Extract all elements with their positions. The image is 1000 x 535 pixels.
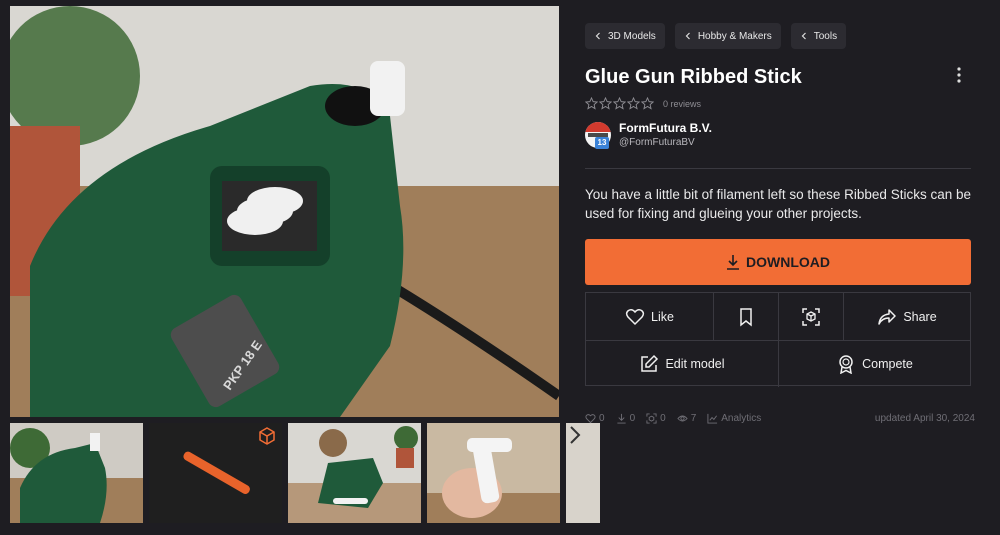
- analytics-link[interactable]: Analytics: [707, 413, 761, 424]
- breadcrumb-label: Hobby & Makers: [697, 30, 772, 42]
- glue-gun-photo: PKP 18 E: [10, 6, 559, 417]
- share-button[interactable]: Share: [843, 293, 970, 340]
- model-page: PKP 18 E 3D Models Hobby & Makers Tools …: [0, 0, 1000, 535]
- breadcrumb-tools[interactable]: Tools: [790, 23, 847, 49]
- edit-icon: [641, 354, 659, 372]
- compete-button[interactable]: Compete: [778, 341, 970, 387]
- analytics-label: Analytics: [721, 413, 762, 424]
- like-button[interactable]: Like: [586, 293, 713, 340]
- analytics-icon: [707, 413, 718, 424]
- level-badge: 13: [595, 137, 609, 149]
- award-icon: [839, 355, 853, 374]
- thumbnail-strip: [10, 423, 600, 527]
- main-image[interactable]: PKP 18 E: [10, 6, 559, 417]
- author-handle: @FormFuturaBV: [619, 137, 695, 148]
- star-icon: [627, 97, 640, 110]
- thumbnail-4[interactable]: [427, 423, 560, 523]
- edit-model-button[interactable]: Edit model: [586, 341, 778, 387]
- thumbnail-2[interactable]: [149, 423, 282, 523]
- model-description: You have a little bit of filament left s…: [585, 187, 971, 221]
- likes-count: 0: [599, 413, 605, 424]
- makes-stat: 0: [646, 413, 666, 424]
- rating[interactable]: 0 reviews: [585, 97, 701, 110]
- eye-icon: [676, 415, 688, 422]
- stats-bar: 0 0 0 7 Analytics updated April 30, 2024: [585, 413, 975, 424]
- likes-stat: 0: [585, 413, 605, 424]
- share-label: Share: [903, 309, 937, 324]
- star-icon: [641, 97, 654, 110]
- model-details-panel: 3D Models Hobby & Makers Tools Glue Gun …: [585, 0, 975, 535]
- bookmark-button[interactable]: [713, 293, 778, 340]
- more-vertical-icon[interactable]: [955, 66, 963, 84]
- page-title: Glue Gun Ribbed Stick: [585, 66, 802, 88]
- thumbnail-3[interactable]: [288, 423, 421, 523]
- star-icon: [613, 97, 626, 110]
- star-icon: [599, 97, 612, 110]
- 3d-view-icon: [802, 307, 820, 326]
- 3d-view-button[interactable]: [778, 293, 843, 340]
- views-count: 7: [690, 413, 697, 424]
- download-count-icon: [616, 413, 626, 424]
- action-grid: Like Share Edit model Compete: [585, 292, 971, 387]
- compete-label: Compete: [862, 357, 913, 371]
- bookmark-icon: [740, 307, 752, 327]
- breadcrumb-hobby-makers[interactable]: Hobby & Makers: [674, 23, 781, 49]
- author-name[interactable]: FormFutura B.V.: [619, 121, 712, 135]
- image-gallery: PKP 18 E: [10, 6, 600, 527]
- makes-count: 0: [660, 413, 666, 424]
- chevron-left-icon: [801, 32, 806, 40]
- thumbnail-1[interactable]: [10, 423, 143, 523]
- edit-model-label: Edit model: [665, 357, 725, 371]
- divider: [585, 168, 971, 169]
- like-label: Like: [651, 309, 674, 324]
- heart-icon: [625, 308, 645, 325]
- updated-date: updated April 30, 2024: [874, 413, 975, 424]
- make-icon: [646, 413, 657, 424]
- breadcrumb-label: 3D Models: [608, 30, 656, 42]
- chevron-left-icon: [595, 32, 600, 40]
- heart-icon: [585, 414, 596, 424]
- reviews-count[interactable]: 0 reviews: [663, 99, 701, 109]
- star-icon: [585, 97, 598, 110]
- download-label: DOWNLOAD: [746, 254, 830, 270]
- downloads-count: 0: [629, 413, 636, 424]
- download-button[interactable]: DOWNLOAD: [585, 239, 971, 285]
- chevron-left-icon: [685, 32, 690, 40]
- share-icon: [878, 308, 897, 325]
- breadcrumb-label: Tools: [813, 30, 838, 42]
- breadcrumb: 3D Models Hobby & Makers Tools: [585, 23, 847, 49]
- chevron-right-icon[interactable]: [566, 423, 584, 447]
- breadcrumb-3d-models[interactable]: 3D Models: [585, 23, 665, 49]
- views-stat: 7: [676, 413, 697, 424]
- download-icon: [727, 255, 739, 270]
- downloads-stat: 0: [616, 413, 636, 424]
